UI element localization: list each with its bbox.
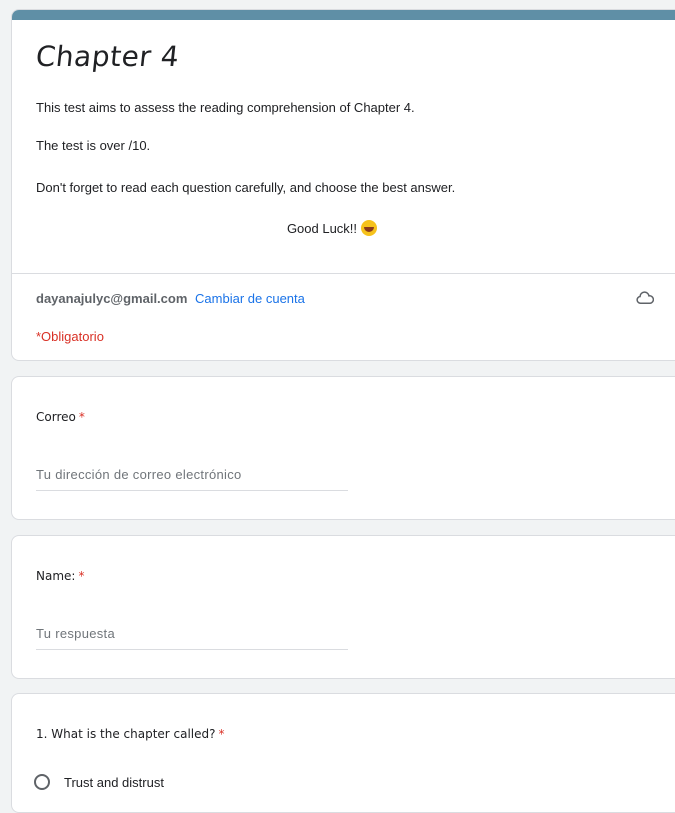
form-description-line: The test is over /10. [36, 138, 151, 153]
question-label: Name: * [36, 569, 84, 583]
required-asterisk: * [218, 727, 225, 741]
radio-button[interactable] [34, 774, 50, 790]
account-row: dayanajulyc@gmail.com Cambiar de cuenta [36, 291, 305, 306]
question-label: 1. What is the chapter called? * [36, 727, 225, 741]
header-divider [12, 273, 675, 274]
question-title: Name: [36, 569, 76, 583]
required-note: *Obligatorio [36, 329, 104, 344]
question-card-chapter-name: 1. What is the chapter called? * Trust an… [11, 693, 675, 813]
option-label: Trust and distrust [64, 774, 164, 790]
laughing-emoji-icon [361, 220, 378, 236]
question-card-name: Name: * [11, 535, 675, 679]
form-title: Chapter 4 [34, 40, 181, 73]
form-description-line: Don't forget to read each question caref… [36, 180, 456, 195]
question-label: Correo * [36, 410, 85, 424]
cloud-saved-icon[interactable] [636, 291, 654, 305]
required-asterisk: * [78, 410, 85, 424]
account-email: dayanajulyc@gmail.com [36, 291, 188, 306]
question-title: 1. What is the chapter called? [36, 727, 216, 741]
name-input[interactable] [36, 621, 348, 650]
switch-account-link[interactable]: Cambiar de cuenta [195, 291, 305, 306]
form-description-closing: Good Luck!! [12, 220, 652, 236]
form-header-card: Chapter 4 This test aims to assess the r… [11, 9, 675, 361]
good-luck-text: Good Luck!! [286, 221, 358, 236]
form-accent-bar [12, 10, 675, 20]
email-input[interactable] [36, 462, 348, 491]
question-title: Correo [36, 410, 76, 424]
required-asterisk: * [78, 569, 85, 583]
question-card-email: Correo * [11, 376, 675, 520]
form-description-line: This test aims to assess the reading com… [36, 100, 415, 115]
radio-option[interactable]: Trust and distrust [34, 774, 164, 790]
